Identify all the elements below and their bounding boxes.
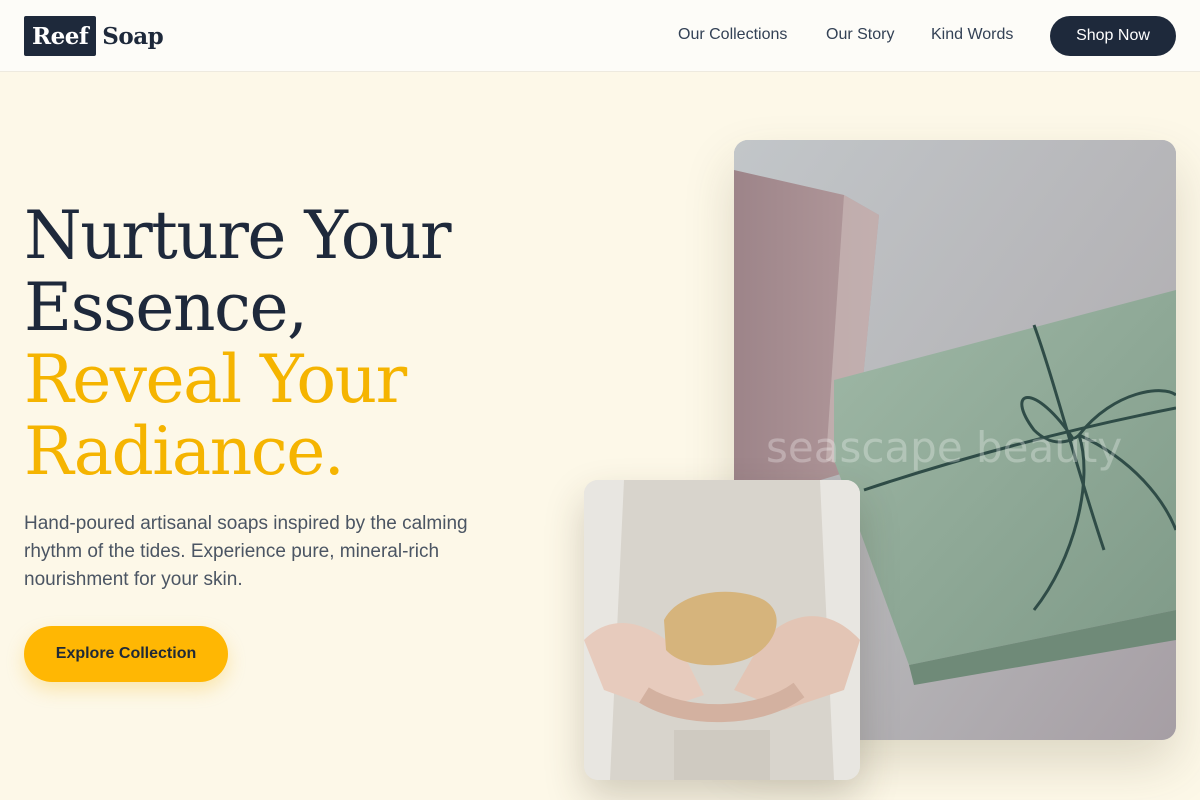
brand-logo[interactable]: Reef Soap: [24, 16, 164, 56]
hands-holding-soap-photo: [584, 480, 860, 780]
subcopy-line-3: nourishment for your skin.: [24, 569, 243, 590]
logo-box: Reef: [24, 16, 97, 56]
logo-text: Soap: [102, 22, 164, 50]
shop-now-button[interactable]: Shop Now: [1050, 16, 1176, 56]
headline-line-3: Reveal Your: [24, 341, 407, 418]
nav-link-our-collections[interactable]: Our Collections: [678, 26, 787, 44]
nav-link-kind-words[interactable]: Kind Words: [931, 26, 1013, 44]
headline-line-4: Radiance.: [24, 413, 345, 490]
headline-line-2: Essence,: [24, 269, 308, 346]
headline-line-1: Nurture Your: [24, 197, 452, 274]
explore-collection-button[interactable]: Explore Collection: [24, 626, 228, 682]
subcopy-line-1: Hand-poured artisanal soaps inspired by …: [24, 513, 468, 534]
nav-link-our-story[interactable]: Our Story: [826, 26, 894, 44]
hero-subcopy: Hand-poured artisanal soaps inspired by …: [24, 510, 544, 594]
hero-headline: Nurture Your Essence, Reveal Your Radian…: [24, 197, 452, 490]
top-nav: Reef Soap Our Collections Our Story Kind…: [0, 0, 1200, 72]
photo-watermark: seascape beauty: [766, 423, 1122, 472]
subcopy-line-2: rhythm of the tides. Experience pure, mi…: [24, 541, 440, 562]
